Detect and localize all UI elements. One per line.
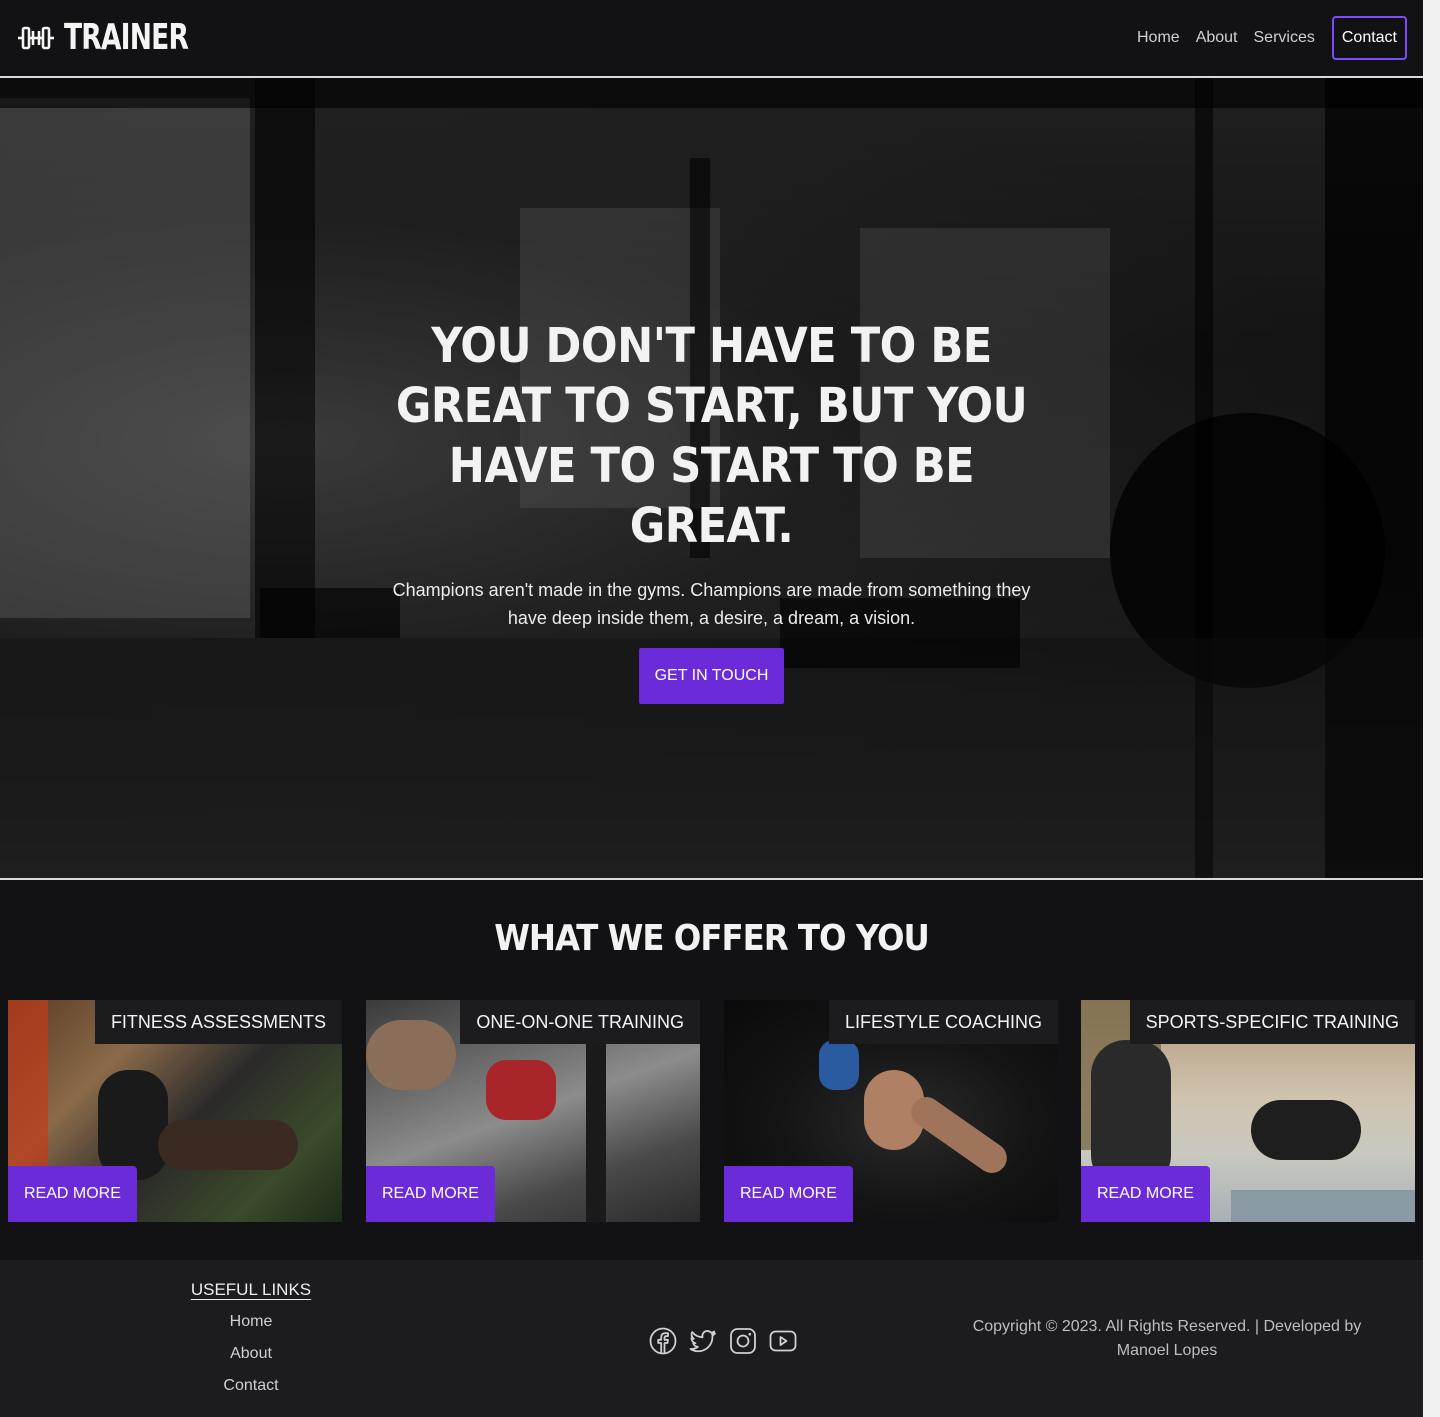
useful-links: USEFUL LINKS Home About Contact [170,1280,332,1396]
read-more-button[interactable]: READ MORE [366,1166,495,1222]
offer-card-title: FITNESS ASSESSMENTS [94,1000,342,1044]
page-scrollbar[interactable] [1423,0,1440,1417]
nav-links: Home About Services Contact [1121,16,1407,60]
get-in-touch-button[interactable]: GET IN TOUCH [638,648,785,704]
nav-link-services[interactable]: Services [1254,16,1315,60]
hero-section: You don't have to be great to start, but… [0,78,1423,878]
nav-link-about[interactable]: About [1196,16,1238,60]
copyright-text: Copyright © 2023. All Rights Reserved. |… [972,1318,1362,1359]
offers-title: WHAT WE OFFER TO YOU [494,918,930,959]
page: TRAINER Home About Services Contact You … [0,0,1423,1417]
footer-link-contact[interactable]: Contact [170,1376,332,1396]
offer-card-title: ONE-ON-ONE TRAINING [460,1000,700,1044]
read-more-button[interactable]: READ MORE [1081,1166,1210,1222]
twitter-icon[interactable] [688,1326,718,1356]
social-links [648,1326,808,1356]
hero-title: You don't have to be great to start, but… [395,318,1028,554]
top-navbar: TRAINER Home About Services Contact [0,0,1423,78]
footer: USEFUL LINKS Home About Contact Copyrigh… [0,1260,1423,1417]
footer-link-about[interactable]: About [170,1344,332,1364]
instagram-icon[interactable] [728,1326,758,1356]
offer-card-title: SPORTS-SPECIFIC TRAINING [1129,1000,1415,1044]
offers-section: WHAT WE OFFER TO YOU FITNESS ASSESSMENTS… [0,878,1423,1262]
youtube-icon[interactable] [768,1326,798,1356]
nav-contact-button[interactable]: Contact [1331,16,1407,60]
read-more-button[interactable]: READ MORE [724,1166,853,1222]
footer-link-home[interactable]: Home [170,1312,332,1332]
read-more-button[interactable]: READ MORE [8,1166,137,1222]
useful-links-title: USEFUL LINKS [190,1280,312,1299]
hero-content: You don't have to be great to start, but… [0,316,1423,704]
offer-card-sports-specific-training: SPORTS-SPECIFIC TRAINING READ MORE [1081,1000,1415,1222]
offer-card-fitness-assessments: FITNESS ASSESSMENTS READ MORE [8,1000,342,1222]
brand-name: TRAINER [64,17,189,58]
nav-link-home[interactable]: Home [1137,16,1180,60]
hero-subtitle: Champions aren't made in the gyms. Champ… [392,580,1031,628]
offer-card-one-on-one-training: ONE-ON-ONE TRAINING READ MORE [366,1000,700,1222]
brand-logo[interactable]: TRAINER [16,18,215,58]
dumbbell-icon [18,26,54,50]
facebook-icon[interactable] [648,1326,678,1356]
offer-card-title: LIFESTYLE COACHING [828,1000,1058,1044]
offer-card-lifestyle-coaching: LIFESTYLE COACHING READ MORE [724,1000,1058,1222]
